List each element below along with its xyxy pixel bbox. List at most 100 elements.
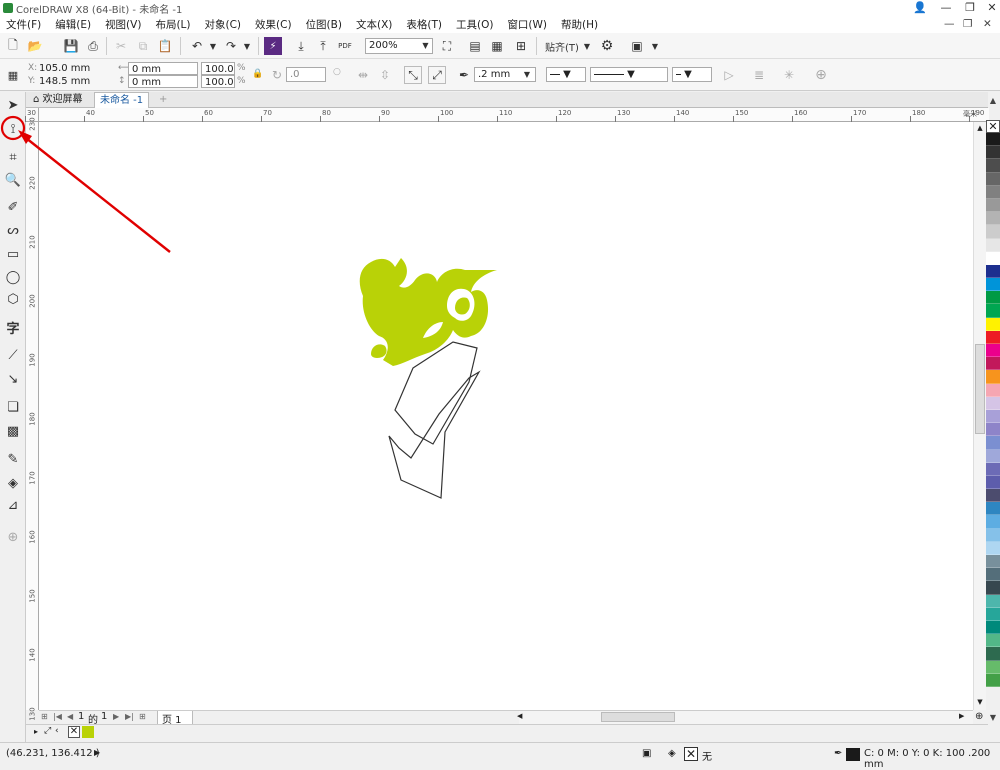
snap-dropdown-icon[interactable]: ▼ xyxy=(578,37,596,55)
tab-document[interactable]: 未命名 -1 xyxy=(94,92,150,108)
palette-swatch[interactable] xyxy=(986,396,1000,410)
palette-swatch[interactable] xyxy=(986,462,1000,476)
zoom-dropdown-icon[interactable]: ▼ xyxy=(419,38,432,52)
no-color-swatch-icon[interactable]: ✕ xyxy=(986,120,1000,133)
palette-swatch[interactable] xyxy=(986,581,1000,595)
save-icon[interactable]: 💾 xyxy=(62,37,80,55)
application-launcher-icon[interactable]: ▣ xyxy=(628,37,646,55)
palette-swatch[interactable] xyxy=(986,264,1000,279)
undo-dropdown-icon[interactable]: ▼ xyxy=(204,37,222,55)
show-grid-icon[interactable]: ▦ xyxy=(488,37,506,55)
eyedropper-tool-icon[interactable]: ✎ xyxy=(4,450,22,468)
menu-close-icon[interactable]: ✕ xyxy=(983,18,992,30)
scroll-left-arrow-icon[interactable]: ◀ xyxy=(517,712,522,720)
add-icon[interactable]: ⊕ xyxy=(812,66,830,84)
publish-pdf-icon[interactable]: PDF xyxy=(336,37,354,55)
show-guidelines-icon[interactable]: ⊞ xyxy=(512,37,530,55)
palette-swatch[interactable] xyxy=(986,304,1000,318)
drop-shadow-icon[interactable]: ❏ xyxy=(4,398,22,416)
y-position-field[interactable]: 148.5 mm xyxy=(36,75,104,88)
last-page-icon[interactable]: ▶| xyxy=(125,712,134,721)
palette-swatch[interactable] xyxy=(986,383,1000,397)
palette-swatch[interactable] xyxy=(986,647,1000,661)
page-presets-icon[interactable]: ▦ xyxy=(4,66,22,84)
add-page-after-icon[interactable]: ⊞ xyxy=(139,712,146,721)
palette-swatch[interactable] xyxy=(986,528,1000,542)
palette-scroll-up-icon[interactable]: ▲ xyxy=(986,96,1000,110)
palette-swatch[interactable] xyxy=(986,370,1000,384)
horizontal-scrollbar[interactable]: ◀ ▶ xyxy=(517,710,973,724)
palette-swatch[interactable] xyxy=(986,198,1000,213)
line-style-select[interactable]: ⎯⎯⎯⎯⎯⎯ ▼ xyxy=(590,67,668,82)
rotation-angle-field[interactable]: .0 xyxy=(286,67,326,82)
palette-swatch[interactable] xyxy=(986,330,1000,344)
scroll-up-arrow-icon[interactable]: ▲ xyxy=(974,124,986,132)
ram-logo[interactable] xyxy=(359,258,497,499)
redo-dropdown-icon[interactable]: ▼ xyxy=(238,37,256,55)
lock-ratio-icon[interactable]: 🔒 xyxy=(252,69,263,79)
start-arrowhead-select[interactable]: ⎯⎯ ▼ xyxy=(546,67,586,82)
open-icon[interactable]: 📂 xyxy=(26,37,44,55)
full-screen-icon[interactable]: ⛶ xyxy=(438,37,456,55)
horizontal-ruler[interactable]: 30 40 50 60 70 80 90 100 110 120 130 140 150 160 170 18… xyxy=(25,108,989,122)
palette-swatch[interactable] xyxy=(986,449,1000,463)
outline-pen-icon[interactable]: ✒ xyxy=(455,66,473,84)
palette-swatch[interactable] xyxy=(986,634,1000,648)
menu-view[interactable]: 视图(V) xyxy=(105,17,141,32)
horizontal-scroll-thumb[interactable] xyxy=(601,712,675,722)
vertical-scrollbar[interactable]: ▲ ▼ xyxy=(973,122,986,710)
width-field[interactable]: 0 mm xyxy=(128,62,198,75)
palette-swatch[interactable] xyxy=(986,489,1000,503)
quick-customize-icon[interactable]: ✳ xyxy=(780,66,798,84)
end-arrowhead-select[interactable]: ⎯ ▼ xyxy=(672,67,712,82)
polygon-tool-icon[interactable]: ⬡ xyxy=(4,290,22,308)
outline-color-swatch[interactable] xyxy=(846,748,860,761)
menu-layout[interactable]: 布局(L) xyxy=(155,17,190,32)
wrap-text-icon[interactable]: ⤡ xyxy=(404,66,422,84)
palette-scroll-down-icon[interactable]: ▼ xyxy=(986,713,1000,727)
add-tab-button[interactable]: + xyxy=(154,92,172,108)
next-page-icon[interactable]: ▶ xyxy=(113,712,119,721)
mirror-vertical-icon[interactable]: ⇳ xyxy=(376,66,394,84)
scale-y-field[interactable]: 100.0 xyxy=(201,75,235,88)
palette-swatch[interactable] xyxy=(986,607,1000,621)
snap-to-menu[interactable]: 贴齐(T) xyxy=(542,37,582,55)
fill-color-none-swatch[interactable]: ✕ xyxy=(684,747,698,761)
prev-page-icon[interactable]: ◀ xyxy=(67,712,73,721)
palette-swatch[interactable] xyxy=(986,133,1000,147)
restore-button[interactable]: ❐ xyxy=(958,0,982,16)
document-green-swatch[interactable] xyxy=(82,726,94,738)
palette-prev-icon[interactable]: ‹ xyxy=(55,726,59,736)
palette-swatch[interactable] xyxy=(986,555,1000,569)
text-tool-icon[interactable]: 字 xyxy=(4,318,22,337)
transparency-tool-icon[interactable]: ▩ xyxy=(4,422,22,440)
palette-swatch[interactable] xyxy=(986,344,1000,358)
search-content-icon[interactable]: ⚡ xyxy=(264,37,282,55)
close-curve-icon[interactable]: ▷ xyxy=(720,66,738,84)
palette-swatch[interactable] xyxy=(986,541,1000,555)
options-gear-icon[interactable]: ⚙ xyxy=(598,37,616,55)
mirror-horizontal-icon[interactable]: ⇹ xyxy=(354,66,372,84)
scale-x-field[interactable]: 100.0 xyxy=(201,62,235,75)
account-icon[interactable]: 👤 xyxy=(908,0,932,16)
palette-swatch[interactable] xyxy=(986,660,1000,674)
parallel-dimension-icon[interactable]: ⟋ xyxy=(4,346,22,364)
color-eyedropper-icon[interactable]: ⤢ xyxy=(44,726,51,736)
cut-icon[interactable]: ✂ xyxy=(112,37,130,55)
menu-window[interactable]: 窗口(W) xyxy=(507,17,547,32)
palette-swatch[interactable] xyxy=(986,475,1000,490)
color-palette[interactable] xyxy=(986,133,1000,713)
scroll-down-arrow-icon[interactable]: ▼ xyxy=(974,698,986,706)
copy-icon[interactable]: ⧉ xyxy=(134,37,152,55)
close-button[interactable]: ✕ xyxy=(980,0,1000,16)
palette-swatch[interactable] xyxy=(986,515,1000,529)
document-no-color-swatch[interactable]: ✕ xyxy=(68,726,80,738)
vertical-scroll-thumb[interactable] xyxy=(975,344,985,434)
palette-swatch[interactable] xyxy=(986,436,1000,450)
menu-edit[interactable]: 编辑(E) xyxy=(55,17,91,32)
palette-swatch[interactable] xyxy=(986,291,1000,305)
menu-minimize-icon[interactable]: — xyxy=(944,18,955,30)
menu-bitmaps[interactable]: 位图(B) xyxy=(306,17,342,32)
scroll-right-arrow-icon[interactable]: ▶ xyxy=(959,712,964,720)
document-palette-menu-icon[interactable]: ▸ xyxy=(34,727,38,736)
